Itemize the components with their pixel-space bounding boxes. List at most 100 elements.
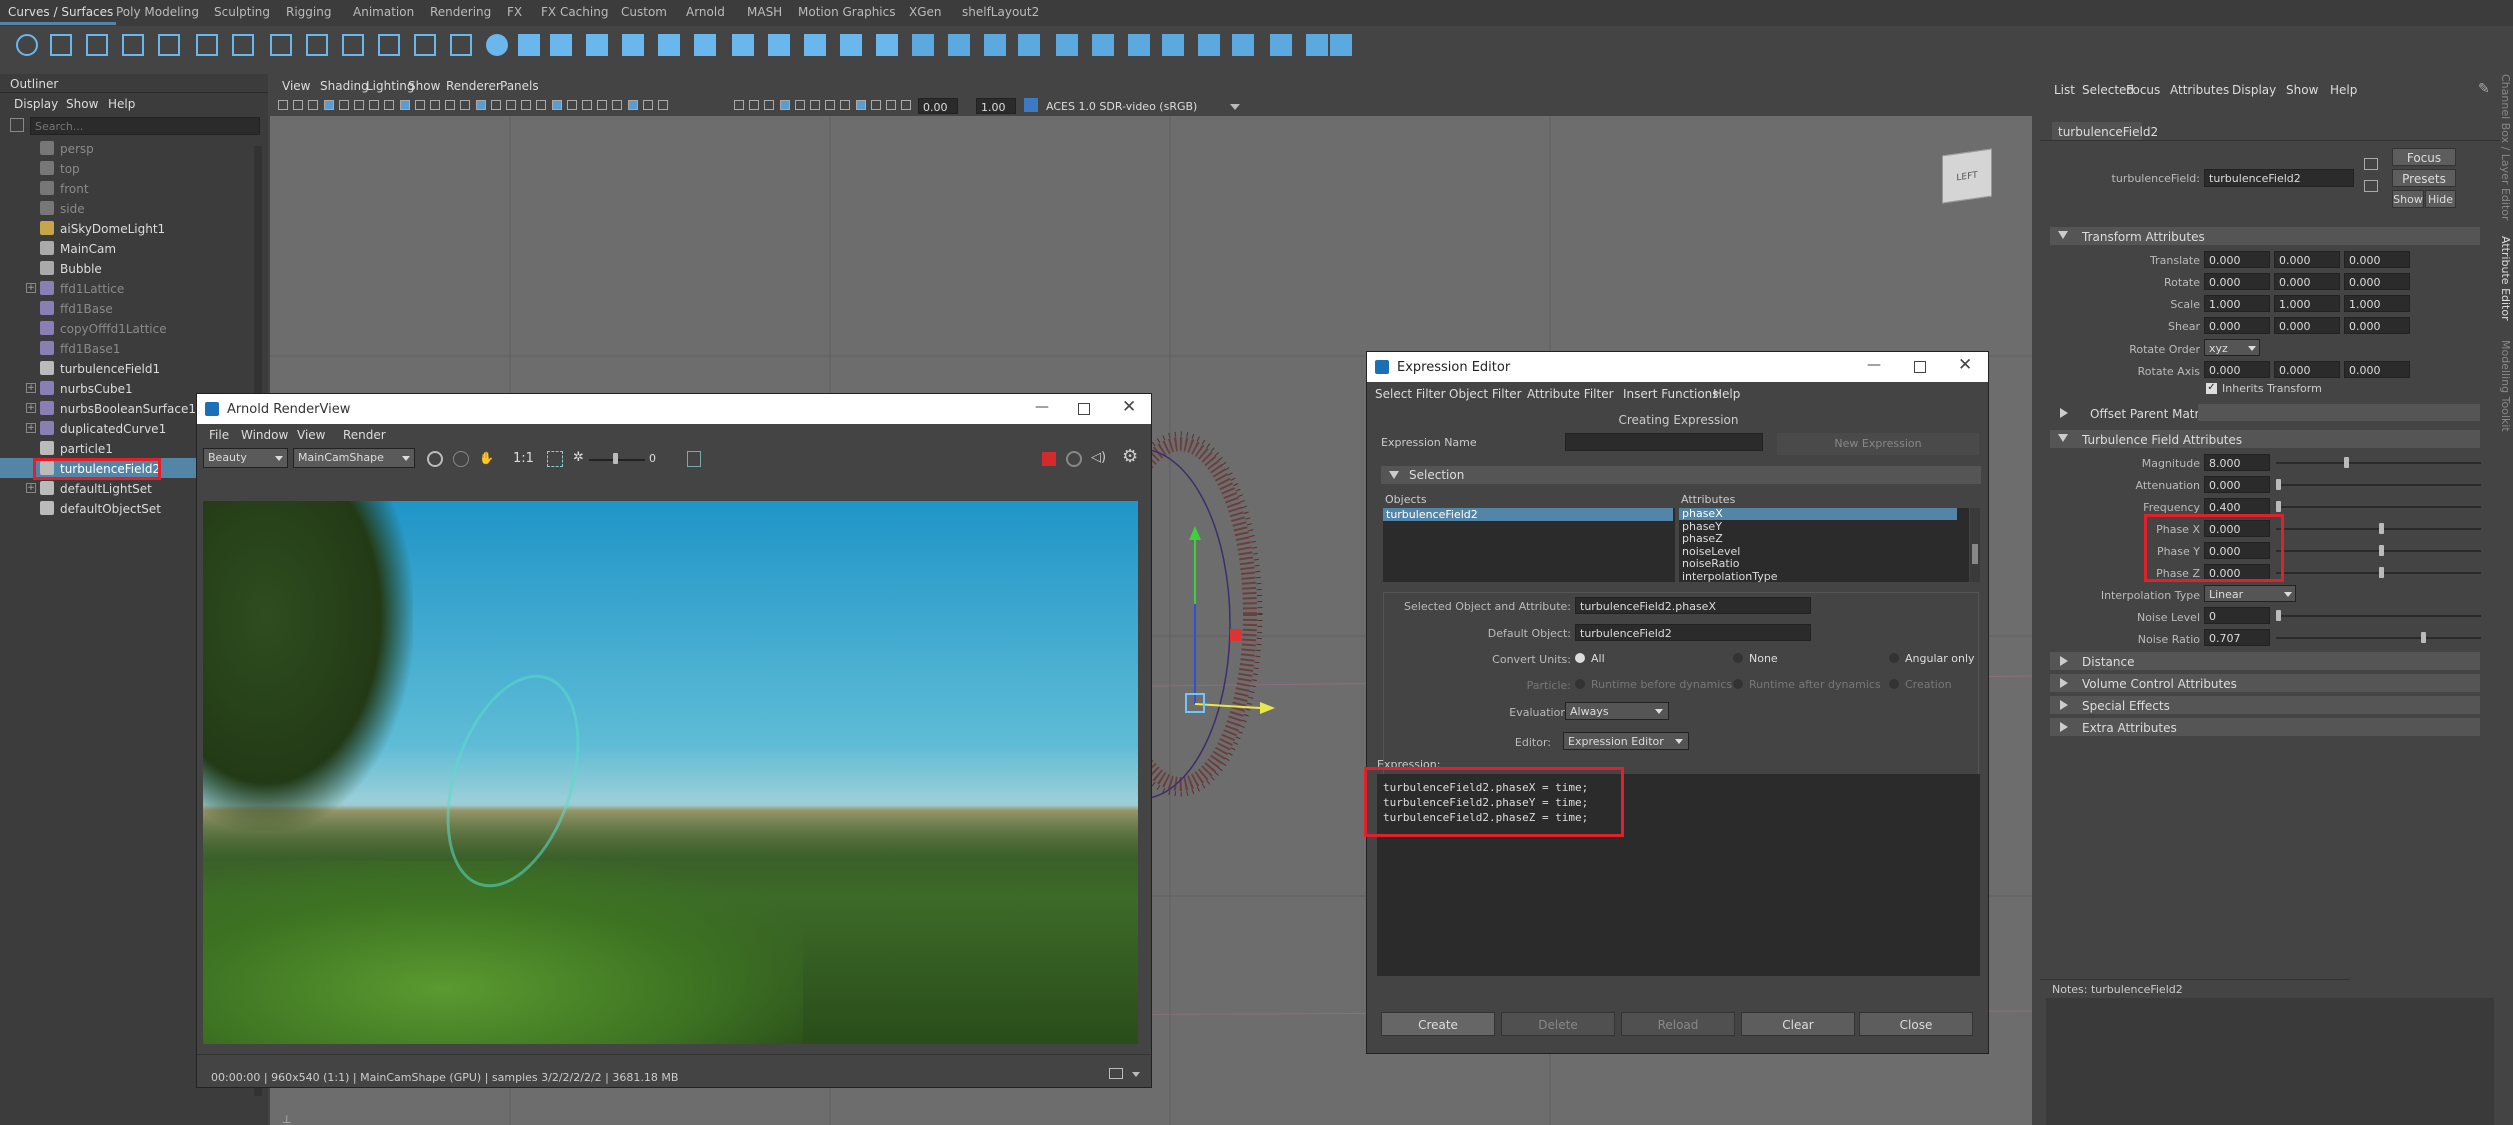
exposure-field[interactable]: 0 bbox=[645, 450, 669, 467]
cylinder-icon[interactable] bbox=[550, 34, 572, 56]
snapshot-save-icon[interactable] bbox=[1109, 1068, 1123, 1079]
outliner-menu-show[interactable]: Show bbox=[66, 98, 98, 110]
viewport-tool-icon[interactable] bbox=[460, 100, 471, 110]
side-tab[interactable]: Attribute Editor bbox=[2499, 236, 2512, 321]
stop-icon[interactable] bbox=[1042, 452, 1056, 466]
show-button[interactable]: Show bbox=[2392, 190, 2424, 208]
ipr-icon[interactable] bbox=[453, 451, 469, 467]
arc-icon[interactable] bbox=[342, 34, 364, 56]
viewport-tool-icon[interactable] bbox=[764, 100, 775, 110]
ee-menu-4[interactable]: Help bbox=[1713, 388, 1740, 400]
side-tab[interactable]: Channel Box / Layer Editor bbox=[2499, 74, 2512, 221]
viewport-tool-icon[interactable] bbox=[490, 100, 501, 110]
viewport-tool-icon[interactable] bbox=[506, 100, 516, 110]
frequency-slider-handle[interactable] bbox=[2276, 501, 2281, 512]
outliner-item[interactable]: side bbox=[0, 198, 258, 218]
pin-icon[interactable]: ✎ bbox=[2478, 82, 2490, 96]
curve-icon[interactable] bbox=[232, 34, 254, 56]
side-tab[interactable]: Modelling Toolkit bbox=[2499, 340, 2512, 432]
scale-field-2[interactable]: 1.000 bbox=[2344, 295, 2410, 312]
section-turbulence-field-attributes[interactable]: Turbulence Field Attributes bbox=[2050, 430, 2480, 448]
ae-menu-show[interactable]: Show bbox=[2286, 84, 2318, 96]
noise-ratio-field[interactable]: 0.707 bbox=[2204, 629, 2270, 646]
curve-icon[interactable] bbox=[196, 34, 218, 56]
renderview-menu-window[interactable]: Window bbox=[241, 429, 288, 441]
shelf-tab-1[interactable]: Poly Modeling bbox=[116, 5, 199, 19]
convert-units-radio-0[interactable] bbox=[1575, 653, 1585, 663]
renderview-menu-view[interactable]: View bbox=[297, 429, 325, 441]
ae-menu-list[interactable]: List bbox=[2054, 84, 2075, 96]
diamond-icon[interactable] bbox=[622, 34, 644, 56]
list-item[interactable]: phaseZ bbox=[1679, 533, 1957, 545]
viewport-tool-icon[interactable] bbox=[384, 100, 395, 110]
exposure-field[interactable]: 0.00 bbox=[918, 98, 958, 114]
planar-icon[interactable] bbox=[876, 34, 898, 56]
section-transform-attributes[interactable]: Transform Attributes bbox=[2050, 227, 2480, 245]
particle-radio-1[interactable] bbox=[1733, 679, 1743, 689]
create-button[interactable]: Create bbox=[1381, 1012, 1495, 1036]
viewport-tool-icon[interactable] bbox=[734, 100, 744, 110]
ratio-label[interactable]: 1:1 bbox=[513, 452, 534, 465]
color-management-icon[interactable] bbox=[1024, 98, 1038, 112]
outliner-item[interactable]: top bbox=[0, 158, 258, 178]
outliner-item[interactable]: persp bbox=[0, 138, 258, 158]
shelf-tab-13[interactable]: shelfLayout2 bbox=[962, 5, 1039, 19]
cube-icon[interactable] bbox=[518, 34, 540, 56]
bend-icon[interactable] bbox=[1306, 34, 1328, 56]
revolve-icon[interactable] bbox=[804, 34, 826, 56]
viewport-tool-icon[interactable] bbox=[597, 100, 608, 110]
viewport-tool-icon[interactable] bbox=[445, 100, 456, 110]
ae-menu-display[interactable]: Display bbox=[2232, 84, 2276, 96]
cross-icon[interactable] bbox=[1270, 34, 1292, 56]
magnitude-slider-handle[interactable] bbox=[2344, 457, 2349, 468]
frequency-slider[interactable] bbox=[2276, 506, 2481, 508]
circle-icon[interactable] bbox=[16, 34, 38, 56]
particle-radio-0[interactable] bbox=[1575, 679, 1585, 689]
viewport-tool-icon[interactable] bbox=[855, 100, 866, 110]
noise-level-field[interactable]: 0 bbox=[2204, 607, 2270, 624]
phase_y-slider-handle[interactable] bbox=[2379, 545, 2384, 556]
translate-field-1[interactable]: 0.000 bbox=[2274, 251, 2340, 268]
viewport-tool-icon[interactable] bbox=[627, 100, 638, 110]
shelf-tab-3[interactable]: Rigging bbox=[286, 5, 331, 19]
viewport-tool-icon[interactable] bbox=[749, 100, 760, 110]
outliner-item[interactable]: ffd1Base1 bbox=[0, 338, 258, 358]
viewport-menu-shading[interactable]: Shading bbox=[320, 80, 369, 92]
shelf-tab-8[interactable]: Custom bbox=[621, 5, 667, 19]
ee-menu-0[interactable]: Select Filter bbox=[1375, 388, 1446, 400]
default-object-field[interactable]: turbulenceField2 bbox=[1575, 624, 1811, 641]
viewport-tool-icon[interactable] bbox=[612, 100, 623, 110]
rotate-field-1[interactable]: 0.000 bbox=[2274, 273, 2340, 290]
ee-menu-1[interactable]: Object Filter bbox=[1449, 388, 1522, 400]
objects-list[interactable]: turbulenceField2 bbox=[1383, 508, 1675, 582]
ae-menu-attributes[interactable]: Attributes bbox=[2170, 84, 2229, 96]
expression-name-input[interactable] bbox=[1565, 433, 1763, 451]
viewport-tool-icon[interactable] bbox=[399, 100, 410, 110]
frequency-field[interactable]: 0.400 bbox=[2204, 498, 2270, 515]
shear-field-1[interactable]: 0.000 bbox=[2274, 317, 2340, 334]
chevron-down-icon[interactable] bbox=[1655, 709, 1663, 714]
curve-icon[interactable] bbox=[414, 34, 436, 56]
shelf-tab-4[interactable]: Animation bbox=[353, 5, 414, 19]
attenuation-slider[interactable] bbox=[2276, 484, 2481, 486]
display-settings-icon[interactable] bbox=[687, 451, 701, 467]
viewport-tool-icon[interactable] bbox=[658, 100, 668, 110]
gear-icon[interactable]: ⚙ bbox=[1122, 448, 1138, 466]
noise-level-slider-handle[interactable] bbox=[2276, 610, 2281, 621]
viewport-tool-icon[interactable] bbox=[536, 100, 547, 110]
chevron-down-icon[interactable] bbox=[1675, 739, 1683, 744]
viewport-tool-icon[interactable] bbox=[840, 100, 851, 110]
extrude-icon[interactable] bbox=[840, 34, 862, 56]
evaluation-select[interactable]: Always bbox=[1565, 702, 1669, 720]
magnitude-slider[interactable] bbox=[2276, 462, 2481, 464]
section-selection[interactable]: Selection bbox=[1381, 466, 1981, 484]
tab-turbulencefield2[interactable]: turbulenceField2 bbox=[2052, 122, 2158, 140]
copy-tab-icon[interactable] bbox=[2364, 180, 2378, 192]
attenuation-slider-handle[interactable] bbox=[2276, 479, 2281, 490]
outliner-item[interactable]: aiSkyDomeLight1 bbox=[0, 218, 258, 238]
noise-level-slider[interactable] bbox=[2276, 615, 2481, 617]
expand-icon[interactable]: + bbox=[26, 403, 36, 413]
bevel-icon[interactable] bbox=[948, 34, 970, 56]
attributes-list[interactable]: phaseX phaseY phaseZ noiseLevel noiseRatio in… bbox=[1679, 508, 1969, 582]
nurbs-icon[interactable] bbox=[1128, 34, 1150, 56]
